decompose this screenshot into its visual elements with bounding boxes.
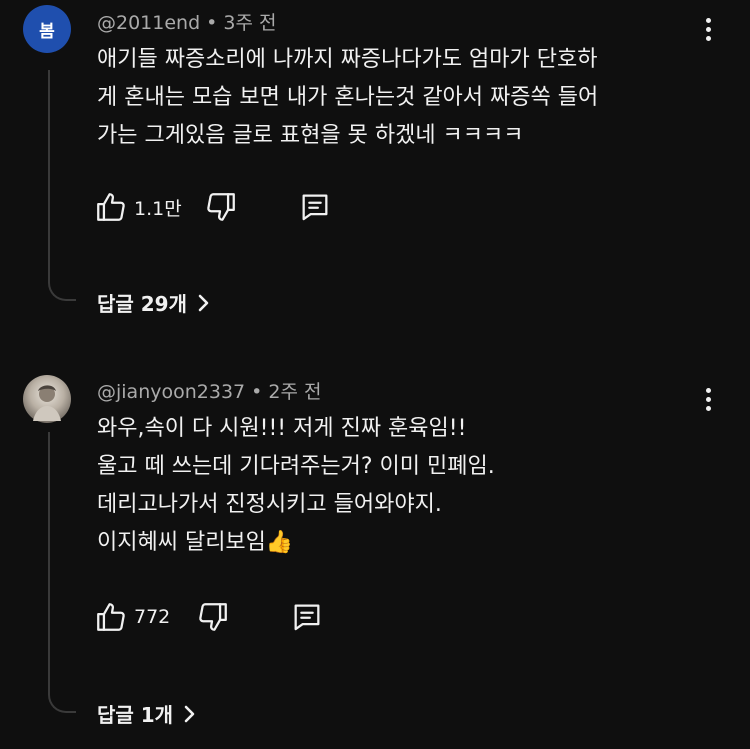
- more-vertical-icon: [705, 18, 711, 23]
- more-dot: [705, 397, 711, 402]
- more-options-button[interactable]: [703, 388, 713, 411]
- avatar-initial: 봄: [39, 21, 55, 42]
- thread-connector: [48, 70, 76, 301]
- comment-actions: 772: [94, 600, 324, 634]
- comment-text: 와우,속이 다 시원!!! 저게 진짜 훈육임!! 울고 떼 쓰는데 기다려주는…: [97, 416, 495, 555]
- meta-separator: •: [206, 12, 218, 34]
- comment-meta: @jianyoon2337 • 2주 전: [97, 377, 321, 404]
- comment-meta: @2011end • 3주 전: [97, 8, 276, 35]
- reply-comment-icon: [294, 604, 320, 631]
- author-handle[interactable]: @2011end: [97, 12, 200, 34]
- comment-time[interactable]: 2주 전: [268, 381, 321, 403]
- meta-separator: •: [251, 381, 263, 403]
- more-vertical-icon: [705, 388, 711, 393]
- dislike-button[interactable]: [204, 190, 238, 224]
- replies-label: 답글 29개: [97, 292, 187, 316]
- thumb-down-icon: [206, 193, 235, 221]
- comment-time[interactable]: 3주 전: [223, 12, 276, 34]
- comment-actions: 1.1만: [94, 190, 332, 224]
- like-count: 772: [134, 606, 171, 628]
- replies-label: 답글 1개: [97, 703, 174, 727]
- thumb-down-icon: [199, 603, 228, 631]
- thread-connector: [48, 432, 76, 713]
- chevron-right-icon: [184, 705, 195, 722]
- comment-item: @jianyoon2337 • 2주 전 와우,속이 다 시원!!! 저게 진짜 훈…: [0, 372, 750, 749]
- more-dot: [705, 27, 711, 32]
- author-handle[interactable]: @jianyoon2337: [97, 381, 245, 403]
- thumb-up-icon: [97, 603, 125, 631]
- dislike-button[interactable]: [196, 600, 230, 634]
- reply-comment-icon: [302, 194, 328, 221]
- avatar[interactable]: [23, 375, 71, 423]
- chevron-right-icon: [198, 294, 209, 311]
- thumb-up-icon: [97, 193, 125, 221]
- reply-button[interactable]: [298, 190, 332, 224]
- replies-toggle[interactable]: 답글 1개: [97, 699, 197, 728]
- comment-item: 봄 @2011end • 3주 전 애기들 짜증소리에 나까지 짜증나다가도 엄마가…: [0, 0, 750, 340]
- comment-text: 애기들 짜증소리에 나까지 짜증나다가도 엄마가 단호하 게 혼내는 모습 보면…: [97, 47, 599, 148]
- like-button[interactable]: 772: [94, 600, 170, 634]
- reply-button[interactable]: [290, 600, 324, 634]
- profile-photo-icon: [33, 385, 61, 421]
- replies-toggle[interactable]: 답글 29개: [97, 288, 211, 317]
- avatar[interactable]: 봄: [23, 5, 71, 53]
- like-count: 1.1만: [134, 197, 182, 220]
- more-options-button[interactable]: [703, 18, 713, 41]
- like-button[interactable]: 1.1만: [94, 190, 182, 224]
